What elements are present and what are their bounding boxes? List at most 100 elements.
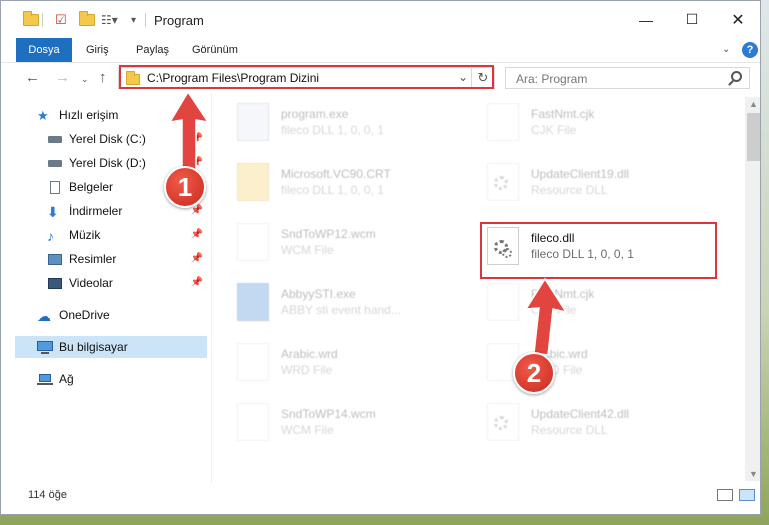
properties-icon[interactable]: ☑	[55, 11, 67, 29]
large-icons-view-icon[interactable]	[739, 489, 755, 501]
search-icon[interactable]	[731, 71, 742, 82]
cloud-icon: ☁	[37, 308, 51, 324]
recent-locations-icon[interactable]: ⌄	[81, 74, 89, 85]
exe-file-icon	[237, 103, 269, 141]
sidebar-item-onedrive[interactable]: ☁ OneDrive	[15, 304, 207, 326]
item-count: 114 öğe	[28, 489, 67, 501]
download-icon: ⬇	[47, 204, 59, 220]
scroll-down-icon[interactable]: ▼	[749, 469, 758, 479]
separator	[145, 13, 146, 27]
file-name: SndToWP14.wcm	[281, 407, 376, 421]
ribbon-tabs: Dosya Giriş Paylaş Görünüm ⌄ ?	[1, 38, 760, 63]
dll-file-icon	[487, 403, 519, 441]
list-item[interactable]: SndToWP14.wcm WCM File	[219, 397, 449, 443]
list-item[interactable]: FastNmt.cjk CJK File	[469, 277, 699, 323]
list-item[interactable]: Arabic.wrd WRD File	[219, 337, 449, 383]
list-item[interactable]: FastNmt.cjk CJK File	[469, 97, 699, 143]
vertical-scrollbar[interactable]: ▲ ▼	[745, 97, 760, 481]
list-item[interactable]: program.exe fileco DLL 1, 0, 0, 1	[219, 97, 449, 143]
drive-icon	[47, 132, 63, 146]
file-name: AbbyySTI.exe	[281, 287, 356, 301]
details-view-icon[interactable]	[717, 489, 733, 501]
help-icon[interactable]: ?	[742, 42, 758, 58]
list-item[interactable]: Microsoft.VC90.CRT fileco DLL 1, 0, 0, 1	[219, 157, 449, 203]
navigation-pane: ★ Hızlı erişim Yerel Disk (C:) 📌 Yerel D…	[1, 101, 211, 481]
sidebar-item-pictures[interactable]: Resimler 📌	[15, 248, 207, 270]
file-description: CJK File	[531, 123, 577, 137]
sidebar-item-disk-c[interactable]: Yerel Disk (C:) 📌	[15, 128, 207, 150]
file-name: Arabic.wrd	[281, 347, 338, 361]
list-item[interactable]: UpdateClient19.dll Resource DLL	[469, 157, 699, 203]
computer-icon	[37, 340, 53, 354]
file-description: ABBY sti event hand...	[281, 303, 401, 317]
file-description: Resource DLL	[531, 183, 608, 197]
ribbon-expand-icon[interactable]: ⌄	[722, 44, 730, 55]
list-item[interactable]: AbbyySTI.exe ABBY sti event hand...	[219, 277, 449, 323]
sidebar-item-network[interactable]: Ağ	[15, 368, 207, 390]
back-arrow-icon[interactable]: ←	[25, 69, 40, 86]
file-description: CJK File	[531, 303, 577, 317]
minimize-button[interactable]: —	[623, 1, 669, 38]
step-badge-2: 2	[513, 352, 555, 394]
new-folder-icon[interactable]	[79, 11, 95, 29]
tab-file[interactable]: Dosya	[16, 38, 72, 62]
sidebar-item-label: Yerel Disk (C:)	[69, 132, 146, 146]
sidebar-item-label: Belgeler	[69, 180, 114, 194]
tab-share[interactable]: Paylaş	[136, 38, 169, 62]
sidebar-item-music[interactable]: ♪ Müzik 📌	[15, 224, 207, 246]
sidebar-item-this-pc[interactable]: Bu bilgisayar	[15, 336, 207, 358]
sidebar-item-label: Yerel Disk (D:)	[69, 156, 146, 170]
star-icon: ★	[37, 108, 49, 123]
step-badge-1: 1	[164, 166, 206, 208]
pin-icon[interactable]: 📌	[191, 253, 203, 264]
file-description: fileco DLL 1, 0, 0, 1	[281, 123, 384, 137]
dll-file-icon	[487, 163, 519, 201]
drive-icon	[47, 156, 63, 170]
up-arrow-icon[interactable]: ↑	[99, 69, 107, 86]
exe-file-icon	[237, 283, 269, 321]
view-options-icon[interactable]: ☷▾	[101, 11, 118, 29]
file-name: UpdateClient42.dll	[531, 407, 630, 421]
sidebar-item-label: Ağ	[59, 372, 74, 386]
title-folder-icon	[23, 11, 39, 29]
file-description: WCM File	[281, 243, 334, 257]
sidebar-item-label: Resimler	[69, 252, 117, 266]
pane-divider[interactable]	[211, 93, 212, 483]
sidebar-item-label: Hızlı erişim	[59, 108, 119, 122]
file-icon	[487, 103, 519, 141]
pin-icon[interactable]: 📌	[191, 229, 203, 240]
list-item[interactable]: UpdateClient42.dll Resource DLL	[469, 397, 699, 443]
tab-view[interactable]: Görünüm	[192, 38, 238, 62]
status-bar: 114 öğe	[1, 483, 760, 507]
address-highlight	[119, 65, 494, 89]
list-item[interactable]: SndToWP12.wcm WCM File	[219, 217, 449, 263]
maximize-button[interactable]: ☐	[669, 1, 715, 38]
search-box[interactable]: Ara: Program	[505, 67, 750, 89]
list-item[interactable]: Arabic.wrd WRD File	[469, 337, 699, 383]
pin-icon[interactable]: 📌	[191, 157, 203, 168]
sidebar-item-quick-access[interactable]: ★ Hızlı erişim	[15, 104, 207, 126]
tab-home[interactable]: Giriş	[86, 38, 109, 62]
scrollbar-thumb[interactable]	[747, 113, 760, 161]
videos-icon	[47, 276, 63, 290]
sidebar-item-label: İndirmeler	[69, 204, 123, 218]
pictures-icon	[47, 252, 63, 266]
close-button[interactable]: ✕	[715, 1, 760, 38]
file-name: FastNmt.cjk	[531, 107, 595, 121]
pin-icon[interactable]: 📌	[191, 133, 203, 144]
title-bar: ☑ ☷▾ ▾ Program — ☐ ✕	[1, 1, 760, 38]
window-title: Program	[154, 13, 204, 28]
file-description: Resource DLL	[531, 423, 608, 437]
forward-arrow-icon[interactable]: →	[55, 69, 70, 86]
separator	[42, 13, 43, 27]
file-description: WCM File	[281, 423, 334, 437]
sidebar-item-label: Bu bilgisayar	[59, 340, 128, 354]
music-icon: ♪	[47, 228, 54, 244]
scroll-up-icon[interactable]: ▲	[749, 99, 758, 109]
search-input[interactable]: Ara: Program	[516, 72, 587, 86]
documents-icon	[47, 180, 63, 194]
pin-icon[interactable]: 📌	[191, 277, 203, 288]
customize-toolbar-icon[interactable]: ▾	[131, 11, 136, 29]
file-icon	[237, 403, 269, 441]
sidebar-item-videos[interactable]: Videolar 📌	[15, 272, 207, 294]
